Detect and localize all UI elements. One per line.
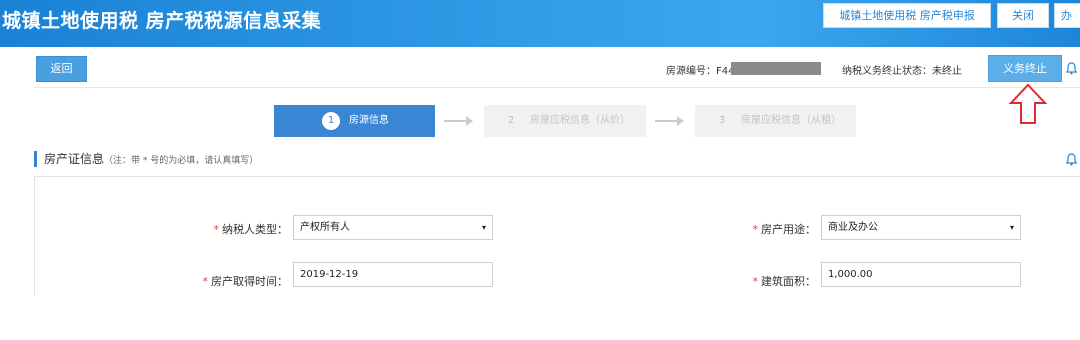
taxpayer-type-value: 产权所有人 (300, 222, 350, 233)
step-number: 2 (507, 115, 515, 126)
step-taxable-by-rent[interactable]: 3 房屋应税信息（从租） (695, 105, 856, 137)
house-number-label: 房源编号：F44 (666, 66, 735, 77)
step-house-info[interactable]: 1 房源信息 (274, 105, 435, 137)
acquire-time-label: * 房产取得时间： (186, 273, 289, 289)
acquire-time-input[interactable]: 2019-12-19 (293, 262, 493, 287)
bell-icon[interactable] (1066, 62, 1077, 75)
building-area-input[interactable]: 1,000.00 (821, 262, 1021, 287)
bell-icon[interactable] (1066, 153, 1077, 166)
terminate-obligation-button[interactable]: 义务终止 (988, 55, 1062, 82)
building-area-value: 1,000.00 (828, 269, 873, 280)
taxpayer-type-label: * 纳税人类型： (196, 221, 289, 237)
section-title: 房产证信息（注：带 * 号的为必填，请认真填写） (34, 151, 258, 167)
header-banner: 城镇土地使用税 房产税税源信息采集 城镇土地使用税 房产税申报 关闭 办 (0, 0, 1080, 47)
required-mark: * (752, 275, 759, 288)
back-button[interactable]: 返回 (36, 56, 87, 82)
section-note: （注：带 * 号的为必填，请认真填写） (104, 156, 259, 166)
step-number: 3 (718, 115, 726, 126)
step-arrow-icon (655, 116, 684, 126)
step-taxable-by-value[interactable]: 2 房屋应税信息（从价） (484, 105, 646, 137)
house-use-value: 商业及办公 (828, 222, 878, 233)
tax-declare-button[interactable]: 城镇土地使用税 房产税申报 (823, 3, 991, 28)
house-use-label-text: 房产用途： (761, 223, 816, 236)
section-title-text: 房产证信息 (44, 152, 105, 166)
redacted-house-number (731, 62, 821, 75)
step-arrow-icon (444, 116, 473, 126)
taxpayer-type-label-text: 纳税人类型： (222, 223, 288, 236)
step-label: 房源信息 (349, 115, 389, 126)
chevron-down-icon: ▾ (1009, 223, 1014, 232)
required-mark: * (213, 223, 220, 236)
required-mark: * (752, 223, 759, 236)
step-label: 房屋应税信息（从租） (741, 115, 841, 126)
acquire-time-value: 2019-12-19 (300, 269, 359, 280)
more-button[interactable]: 办 (1054, 3, 1080, 28)
page-title: 城镇土地使用税 房产税税源信息采集 (2, 10, 322, 32)
house-use-label: * 房产用途： (726, 221, 817, 237)
close-button[interactable]: 关闭 (997, 3, 1049, 28)
termination-status: 纳税义务终止状态：未终止 (842, 66, 962, 77)
step-label: 房屋应税信息（从价） (530, 115, 630, 126)
toolbar: 返回 房源编号：F44 纳税义务终止状态：未终止 义务终止 (34, 48, 1080, 88)
section-divider (34, 176, 1080, 177)
house-use-select[interactable]: 商业及办公 ▾ (821, 215, 1021, 240)
step-number: 1 (322, 112, 340, 130)
up-arrow-annotation-icon (1008, 83, 1048, 124)
section-border (34, 177, 35, 295)
building-area-label-text: 建筑面积： (761, 275, 816, 288)
acquire-time-label-text: 房产取得时间： (211, 275, 288, 288)
required-mark: * (202, 275, 209, 288)
taxpayer-type-select[interactable]: 产权所有人 ▾ (293, 215, 493, 240)
building-area-label: * 建筑面积： (726, 273, 817, 289)
chevron-down-icon: ▾ (481, 223, 486, 232)
